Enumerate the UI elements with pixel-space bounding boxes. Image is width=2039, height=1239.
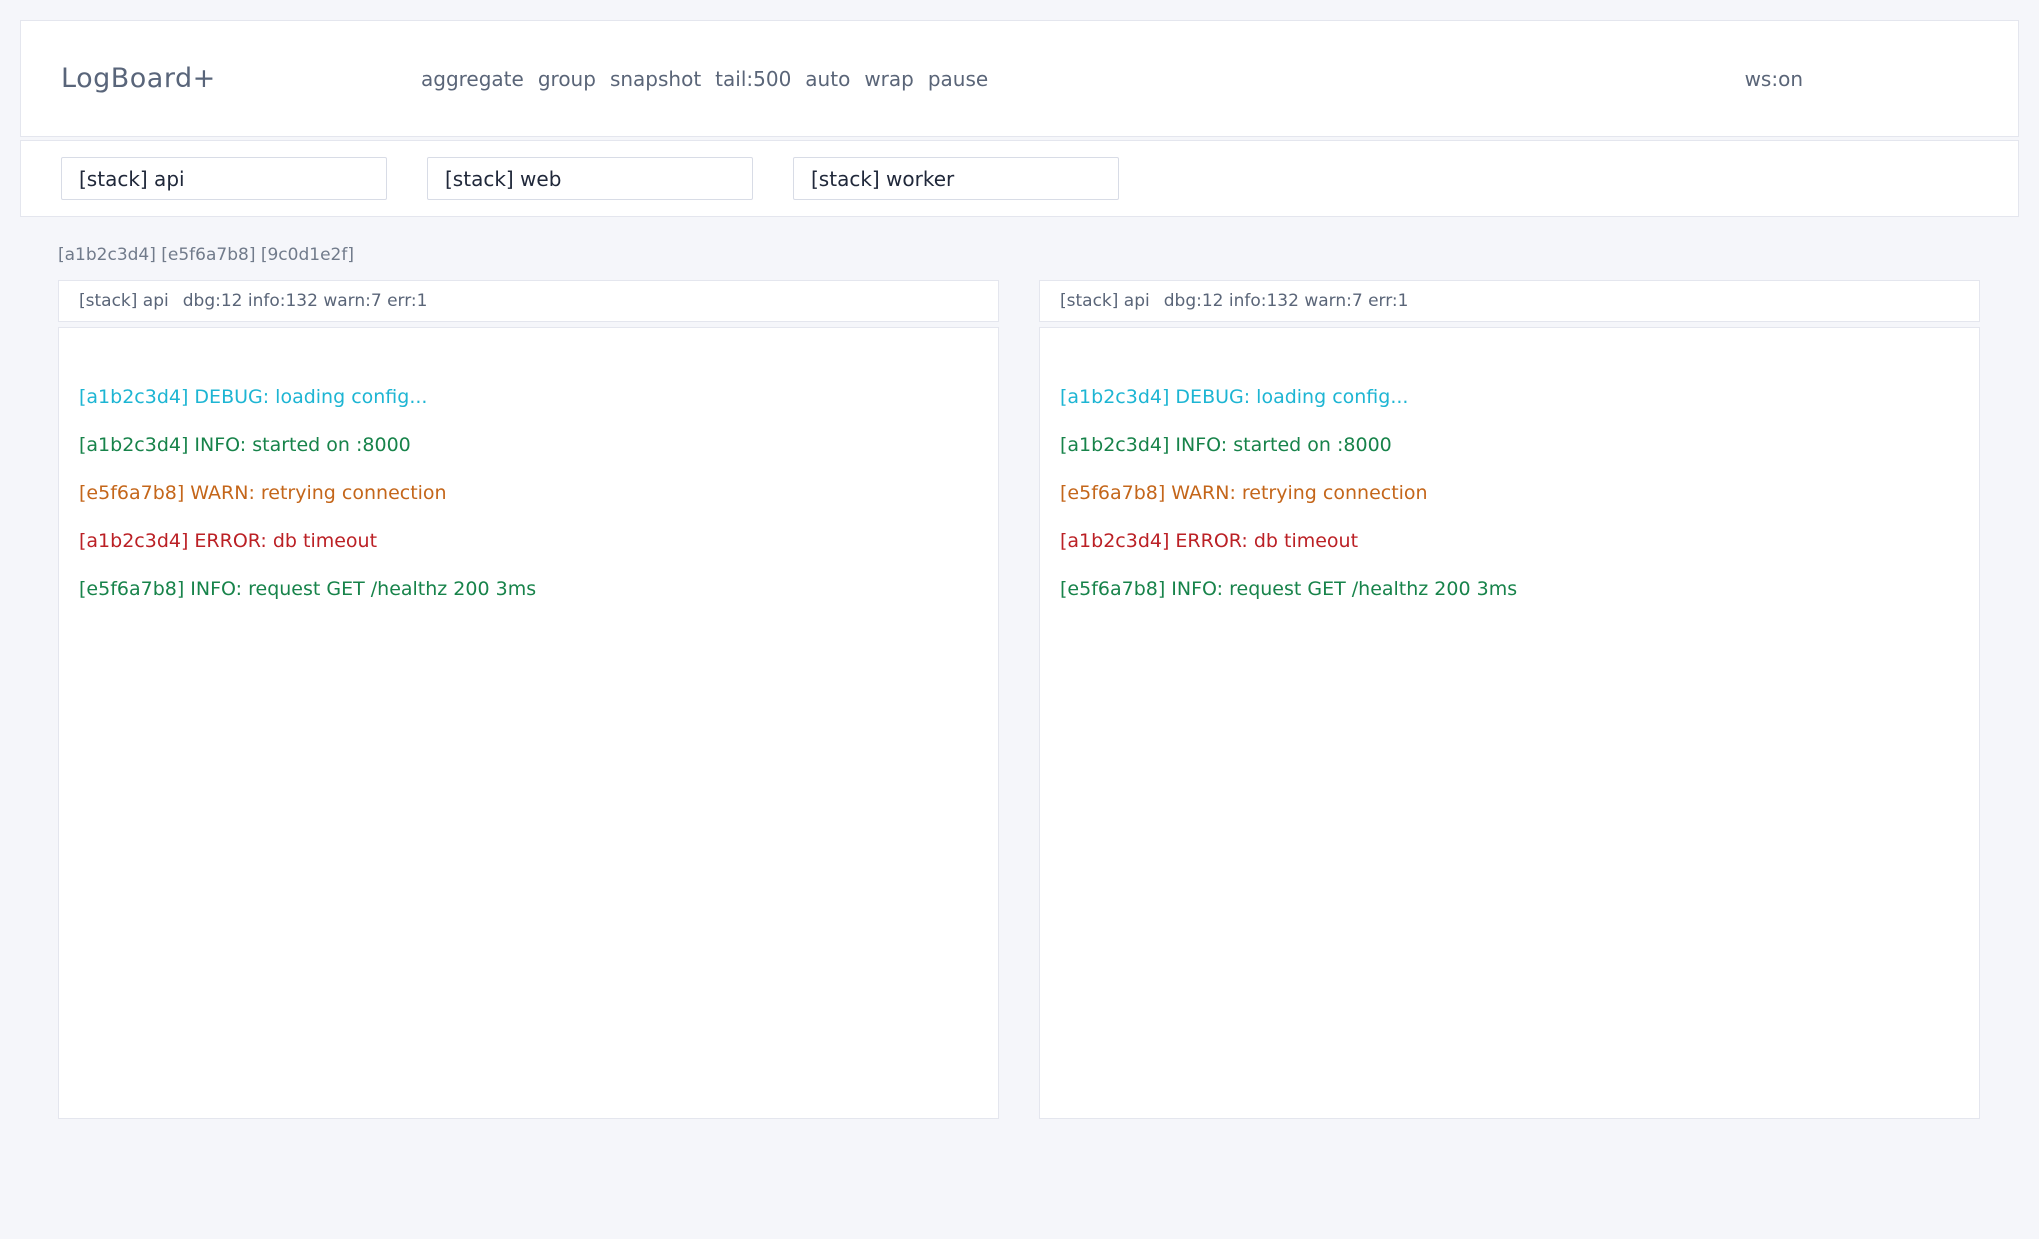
header-bar: LogBoard+ aggregate group snapshot tail:… (20, 20, 2019, 137)
trace-ids-line: [a1b2c3d4] [e5f6a7b8] [9c0d1e2f] (58, 245, 1980, 266)
log-line: [a1b2c3d4] INFO: started on :8000 (79, 421, 978, 469)
toolbar-item[interactable]: aggregate (421, 67, 524, 91)
log-panel-left: [stack] api dbg:12 info:132 warn:7 err:1… (58, 280, 999, 1119)
panel-log-view[interactable]: [a1b2c3d4] DEBUG: loading config... [a1b… (58, 327, 999, 1119)
log-line: [e5f6a7b8] WARN: retrying connection (1060, 469, 1959, 517)
log-line: [a1b2c3d4] INFO: started on :8000 (1060, 421, 1959, 469)
app-title: LogBoard+ (61, 63, 421, 94)
toolbar-item[interactable]: pause (928, 67, 988, 91)
panel-title: [stack] api (1060, 291, 1150, 311)
log-panels-grid: [stack] api dbg:12 info:132 warn:7 err:1… (58, 280, 1980, 1119)
filter-bar (20, 140, 2019, 217)
filter-input[interactable] (793, 157, 1119, 200)
panel-header: [stack] api dbg:12 info:132 warn:7 err:1 (1039, 280, 1980, 322)
toolbar-item[interactable]: group (538, 67, 596, 91)
panel-stats: dbg:12 info:132 warn:7 err:1 (183, 291, 428, 311)
toolbar: aggregate group snapshot tail:500 auto w… (421, 67, 988, 91)
log-line: [a1b2c3d4] DEBUG: loading config... (1060, 373, 1959, 421)
filter-input[interactable] (427, 157, 753, 200)
log-line: [e5f6a7b8] WARN: retrying connection (79, 469, 978, 517)
log-panel-right: [stack] api dbg:12 info:132 warn:7 err:1… (1039, 280, 1980, 1119)
toolbar-item[interactable]: snapshot (610, 67, 701, 91)
log-line: [a1b2c3d4] DEBUG: loading config... (79, 373, 978, 421)
log-line: [a1b2c3d4] ERROR: db timeout (79, 517, 978, 565)
panel-header: [stack] api dbg:12 info:132 warn:7 err:1 (58, 280, 999, 322)
log-line: [e5f6a7b8] INFO: request GET /healthz 20… (79, 565, 978, 613)
log-line: [a1b2c3d4] ERROR: db timeout (1060, 517, 1959, 565)
filter-input[interactable] (61, 157, 387, 200)
ws-status-toggle[interactable]: ws:on (1745, 67, 1803, 91)
panel-title: [stack] api (79, 291, 169, 311)
logboard-page: LogBoard+ aggregate group snapshot tail:… (0, 0, 2039, 1239)
toolbar-item[interactable]: auto (805, 67, 850, 91)
panel-log-view[interactable]: [a1b2c3d4] DEBUG: loading config... [a1b… (1039, 327, 1980, 1119)
toolbar-item[interactable]: wrap (864, 67, 914, 91)
panel-stats: dbg:12 info:132 warn:7 err:1 (1164, 291, 1409, 311)
toolbar-item[interactable]: tail:500 (715, 67, 791, 91)
log-line: [e5f6a7b8] INFO: request GET /healthz 20… (1060, 565, 1959, 613)
